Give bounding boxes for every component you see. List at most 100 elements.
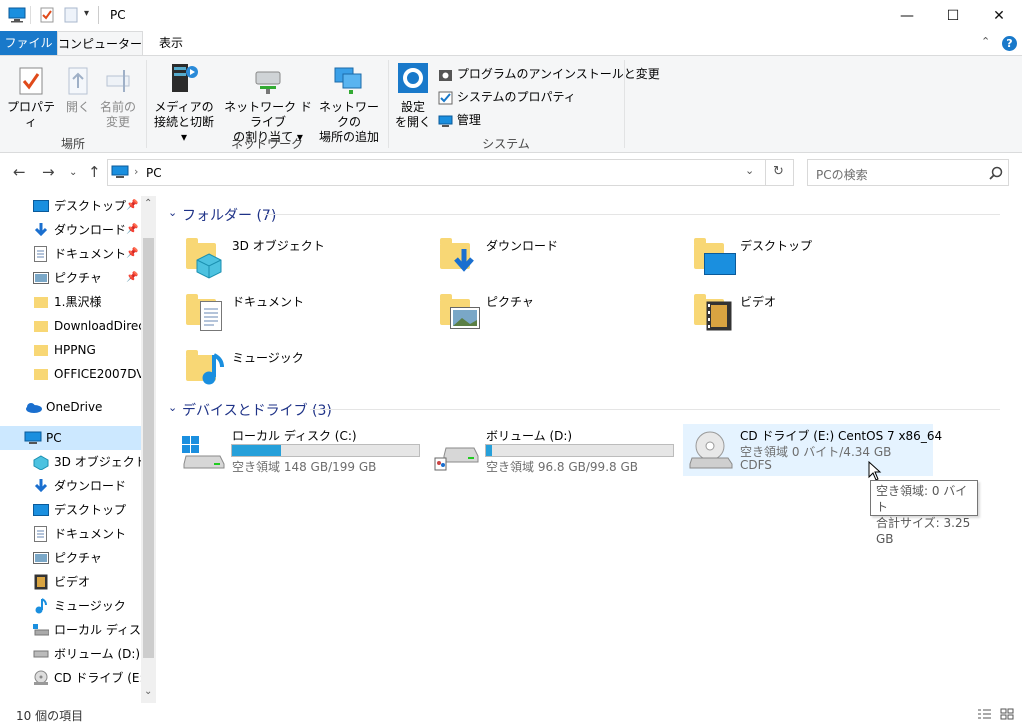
music-note-icon — [35, 598, 47, 614]
folder-item-downloads[interactable]: ダウンロード — [434, 233, 674, 283]
collapse-drives-icon[interactable]: ⌄ — [168, 401, 177, 414]
media-server-icon — [172, 64, 198, 92]
nav-label: ピクチャ — [54, 551, 102, 565]
drive-item-c[interactable]: ローカル ディスク (C:) 空き領域 148 GB/199 GB — [178, 424, 426, 476]
pin-icon[interactable]: 📌 — [126, 266, 138, 290]
up-arrow-icon[interactable]: ↑ — [88, 163, 101, 181]
maximize-button[interactable]: ☐ — [930, 0, 976, 31]
group-network-label: ネットワーク — [230, 137, 303, 151]
folder-item-documents[interactable]: ドキュメント — [180, 289, 420, 339]
nav-item-desktop[interactable]: デスクトップ — [0, 498, 141, 522]
pin-icon[interactable]: 📌 — [126, 242, 138, 266]
search-icon — [989, 166, 1003, 180]
nav-item-folder[interactable]: DownloadDirect — [0, 314, 141, 338]
nav-item-pictures[interactable]: ピクチャ 📌 — [0, 266, 141, 290]
drive-item-d[interactable]: ボリューム (D:) 空き領域 96.8 GB/99.8 GB — [432, 424, 680, 476]
manage-button[interactable]: 管理 — [438, 111, 481, 129]
nav-item-onedrive[interactable]: OneDrive — [0, 395, 141, 419]
nav-item-folder[interactable]: HPPNG — [0, 338, 141, 362]
properties-icon — [19, 67, 43, 95]
nav-item-cd-drive[interactable]: CD ドライブ (E:) Ce — [0, 666, 141, 690]
scroll-up-icon[interactable]: ⌃ — [144, 198, 152, 209]
drives-section-title[interactable]: デバイスとドライブ (3) — [182, 400, 332, 420]
back-arrow-icon[interactable]: ← — [13, 163, 26, 181]
folder-item-3d-objects[interactable]: 3D オブジェクト — [180, 233, 420, 283]
pin-icon[interactable]: 📌 — [126, 194, 138, 218]
desktop-icon — [33, 504, 49, 516]
nav-item-folder[interactable]: OFFICE2007DVD — [0, 362, 141, 386]
nav-item-pc[interactable]: PC — [0, 426, 141, 450]
nav-item-folder[interactable]: 1.黒沢様 — [0, 290, 141, 314]
folder-item-music[interactable]: ミュージック — [180, 345, 420, 395]
folder-label: ピクチャ — [486, 295, 534, 309]
windows-drive-icon — [33, 624, 49, 636]
rename-button[interactable]: 名前の 変更 — [98, 66, 138, 141]
nav-item-3d-objects[interactable]: 3D オブジェクト — [0, 450, 141, 474]
uninstall-label: プログラムのアンインストールと変更 — [456, 67, 660, 81]
minimize-button[interactable]: — — [884, 0, 930, 31]
pictures-icon — [33, 272, 49, 284]
nav-item-documents[interactable]: ドキュメント 📌 — [0, 242, 141, 266]
nav-item-documents[interactable]: ドキュメント — [0, 522, 141, 546]
music-note-icon — [202, 353, 224, 385]
manage-label: 管理 — [456, 113, 481, 127]
nav-item-pictures[interactable]: ピクチャ — [0, 546, 141, 570]
close-button[interactable]: ✕ — [976, 0, 1022, 31]
search-placeholder: PCの検索 — [816, 168, 868, 182]
windows-drive-icon — [182, 436, 225, 469]
nav-item-desktop[interactable]: デスクトップ 📌 — [0, 194, 141, 218]
nav-item-music[interactable]: ミュージック — [0, 594, 141, 618]
close-icon: ✕ — [993, 7, 1005, 24]
map-network-drive-button[interactable]: ネットワーク ドライブ の割り当て ▾ — [222, 62, 314, 144]
tab-computer[interactable]: コンピューター — [57, 31, 143, 55]
nav-label: PC — [46, 431, 62, 445]
cube-icon — [33, 455, 49, 470]
qa-customize-icon[interactable]: ▾ — [84, 8, 89, 19]
address-dropdown-icon[interactable]: ⌄ — [745, 164, 754, 177]
collapse-folders-icon[interactable]: ⌄ — [168, 206, 177, 219]
scroll-down-icon[interactable]: ⌄ — [144, 686, 152, 697]
folder-item-pictures[interactable]: ピクチャ — [434, 289, 674, 339]
drive-usage-fill — [486, 445, 492, 456]
nav-item-volume-d[interactable]: ボリューム (D:) — [0, 642, 141, 666]
add-network-location-button[interactable]: ネットワークの 場所の追加 — [316, 62, 382, 144]
help-icon[interactable]: ? — [1002, 36, 1017, 51]
folders-section-title[interactable]: フォルダー (7) — [182, 205, 276, 225]
tab-file[interactable]: ファイル — [0, 31, 57, 55]
nav-item-videos[interactable]: ビデオ — [0, 570, 141, 594]
uninstall-programs-button[interactable]: プログラムのアンインストールと変更 — [438, 65, 660, 83]
folder-item-videos[interactable]: ビデオ — [688, 289, 928, 339]
folder-icon — [34, 297, 48, 308]
system-properties-button[interactable]: システムのプロパティ — [438, 88, 576, 106]
address-bar[interactable]: › PC ⌄ — [107, 159, 766, 186]
pin-icon[interactable]: 📌 — [126, 218, 138, 242]
nav-label: DownloadDirect — [54, 319, 141, 333]
nav-scrollbar-thumb[interactable] — [143, 238, 154, 658]
refresh-button[interactable]: ↻ — [766, 159, 794, 186]
cloud-icon — [26, 403, 42, 413]
cube-icon — [196, 253, 222, 279]
nav-label: CD ドライブ (E:) Ce — [54, 671, 141, 685]
tab-view[interactable]: 表示 — [143, 31, 199, 55]
drive-item-e[interactable]: CD ドライブ (E:) CentOS 7 x86_64 空き領域 0 バイト/… — [683, 424, 942, 476]
recent-locations-icon[interactable]: ⌄ — [69, 167, 77, 178]
nav-item-local-disk[interactable]: ローカル ディスク (C — [0, 618, 141, 642]
search-input[interactable]: PCの検索 — [807, 159, 1009, 186]
open-button[interactable]: 開く — [60, 66, 96, 126]
new-folder-qa-icon[interactable] — [64, 7, 78, 23]
collapse-ribbon-icon[interactable]: ⌃ — [981, 35, 990, 48]
folder-item-desktop[interactable]: デスクトップ — [688, 233, 928, 283]
drive-usage-fill — [232, 445, 281, 456]
rename-label-1: 名前の — [99, 100, 136, 114]
nav-label: OneDrive — [46, 400, 103, 414]
large-icons-view-icon[interactable] — [1000, 708, 1015, 721]
properties-button[interactable]: プロパティ — [6, 66, 56, 129]
nav-item-downloads[interactable]: ダウンロード 📌 — [0, 218, 141, 242]
details-view-icon[interactable] — [977, 708, 992, 721]
nav-item-downloads[interactable]: ダウンロード — [0, 474, 141, 498]
media-connect-button[interactable]: メディアの 接続と切断 ▾ — [150, 62, 218, 144]
breadcrumb[interactable]: PC — [146, 166, 162, 180]
forward-arrow-icon[interactable]: → — [42, 163, 55, 181]
properties-qa-icon[interactable] — [40, 7, 54, 23]
open-settings-button[interactable]: 設定 を開く — [394, 62, 432, 132]
